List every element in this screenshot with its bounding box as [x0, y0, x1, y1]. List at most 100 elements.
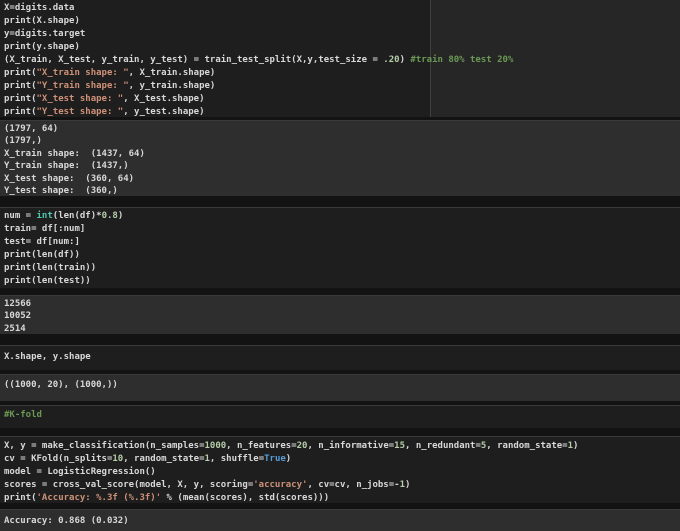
code-token: print(: [4, 493, 37, 503]
code-token: , n_redundant=: [405, 441, 481, 451]
code-cell-kfold-cv[interactable]: X, y = make_classification(n_samples=100…: [0, 436, 680, 503]
code-line: X.shape, y.shape: [4, 351, 680, 364]
code-token: Y_test shape: (360,): [4, 185, 118, 196]
code-token: (X_train, X_test, y_train, y_test) = tra…: [4, 55, 384, 65]
code-line: #K-fold: [4, 409, 680, 422]
code-token: print(: [4, 94, 37, 104]
code-token: print(y.shape): [4, 42, 80, 52]
code-cell-df-split[interactable]: num = int(len(df)*0.8) train= df[:num] tes…: [0, 207, 680, 288]
code-line: train= df[:num]: [4, 223, 680, 236]
code-token: 2514: [4, 323, 26, 334]
code-line: print(len(test)): [4, 275, 680, 288]
cell-lines: ((1000, 20), (1000,)): [0, 375, 680, 391]
code-line: print(len(df)): [4, 249, 680, 262]
output-line: (1797,): [4, 135, 680, 147]
code-line: print(X.shape): [4, 15, 680, 28]
code-token: , X_train.shape): [128, 68, 216, 78]
code-token: , n_informative=: [307, 441, 395, 451]
code-token: 15: [394, 441, 406, 451]
code-token: num =: [4, 211, 37, 221]
code-line: print("Y_train shape: ", y_train.shape): [4, 80, 680, 93]
code-token: print(: [4, 81, 37, 91]
code-cell-shape-inspect[interactable]: X.shape, y.shape: [0, 345, 680, 370]
code-token: (1797,): [4, 136, 42, 147]
code-token: scores = cross_val_score(model, X, y, sc…: [4, 480, 254, 490]
code-line: (X_train, X_test, y_train, y_test) = tra…: [4, 54, 680, 67]
code-cell-kfold-comment[interactable]: #K-fold: [0, 405, 680, 428]
code-token: , random_state=: [486, 441, 568, 451]
code-token: print(: [4, 68, 37, 78]
code-line: y=digits.target: [4, 28, 680, 41]
code-token: ): [285, 454, 292, 464]
code-line: print(y.shape): [4, 41, 680, 54]
code-token: 10: [112, 454, 124, 464]
code-token: , cv=cv, n_jobs=-: [307, 480, 400, 490]
code-token: .20: [383, 55, 400, 65]
output-kfold-accuracy: Accuracy: 0.868 (0.032): [0, 509, 680, 531]
code-token: ): [404, 480, 411, 490]
code-token: 12566: [4, 299, 32, 309]
output-line: (1797, 64): [4, 123, 680, 135]
code-token: ): [399, 55, 411, 65]
code-token: (1797, 64): [4, 124, 59, 134]
code-line: print("X_train shape: ", X_train.shape): [4, 67, 680, 80]
code-line: test= df[num:]: [4, 236, 680, 249]
output-train-test-split: (1797, 64) (1797,) X_train shape: (1437, 6…: [0, 120, 680, 196]
code-token: y=digits.target: [4, 29, 86, 39]
cell-lines: 12566 10052 2514: [0, 296, 680, 334]
code-line: scores = cross_val_score(model, X, y, sc…: [4, 479, 680, 492]
code-token: "Y_train shape: ": [36, 81, 129, 91]
code-token: "X_train shape: ": [36, 68, 129, 78]
output-line: X_test shape: (360, 64): [4, 173, 680, 185]
cell-lines: num = int(len(df)*0.8) train= df[:num] tes…: [0, 208, 680, 288]
cell-lines: (1797, 64) (1797,) X_train shape: (1437, 6…: [0, 121, 680, 196]
code-token: 'Accuracy: %.3f (%.3f)': [36, 493, 162, 503]
code-token: #K-fold: [4, 410, 42, 420]
code-token: ): [117, 211, 124, 221]
code-line: X, y = make_classification(n_samples=100…: [4, 440, 680, 453]
code-token: print(X.shape): [4, 16, 80, 26]
code-token: ): [573, 441, 579, 451]
code-token: , random_state=: [123, 454, 205, 464]
code-line: print(len(train)): [4, 262, 680, 275]
code-line: print("X_test shape: ", X_test.shape): [4, 93, 680, 106]
code-token: "X_test shape: ": [36, 94, 124, 104]
code-token: 1000: [204, 441, 227, 451]
code-token: X.shape, y.shape: [4, 352, 91, 362]
code-token: print(len(test)): [4, 276, 91, 286]
code-token: X_test shape: (360, 64): [4, 173, 135, 184]
code-token: int: [36, 211, 53, 221]
code-line: print("Y_test shape: ", y_test.shape): [4, 106, 680, 117]
code-token: 0.8: [101, 211, 118, 221]
output-line: 2514: [4, 323, 680, 334]
code-token: cv = KFold(n_splits=: [4, 454, 113, 464]
code-token: Accuracy: 0.868 (0.032): [4, 516, 129, 526]
output-df-split: 12566 10052 2514: [0, 295, 680, 334]
code-token: ((1000, 20), (1000,)): [4, 380, 118, 390]
code-cell-train-test-split[interactable]: X=digits.data print(X.shape) y=digits.targ…: [0, 0, 680, 117]
cell-lines: X, y = make_classification(n_samples=100…: [0, 437, 680, 503]
code-token: , n_features=: [226, 441, 297, 451]
code-token: print(len(df)): [4, 250, 80, 260]
output-shape-inspect: ((1000, 20), (1000,)): [0, 374, 680, 401]
code-token: #train 80% test 20%: [410, 55, 514, 65]
output-line: Accuracy: 0.868 (0.032): [4, 515, 680, 527]
code-token: 10052: [4, 311, 32, 322]
code-line: print('Accuracy: %.3f (%.3f)' % (mean(sc…: [4, 492, 680, 503]
code-token: 20: [296, 441, 308, 451]
cell-lines: Accuracy: 0.868 (0.032): [0, 510, 680, 527]
code-token: (len(df)*: [52, 211, 102, 221]
code-token: % (mean(scores), std(scores))): [161, 493, 330, 503]
code-token: model = LogisticRegression(): [4, 467, 156, 477]
code-token: , shuffle=: [209, 454, 265, 464]
code-line: num = int(len(df)*0.8): [4, 210, 680, 223]
code-token: Y_train shape: (1437,): [4, 161, 129, 172]
output-line: Y_train shape: (1437,): [4, 160, 680, 172]
code-token: "Y_test shape: ": [36, 107, 124, 117]
code-token: print(len(train)): [4, 263, 97, 273]
code-token: X_train shape: (1437, 64): [4, 148, 145, 159]
output-line: ((1000, 20), (1000,)): [4, 379, 680, 391]
code-token: X=digits.data: [4, 3, 75, 13]
code-token: print(: [4, 107, 37, 117]
code-line: cv = KFold(n_splits=10, random_state=1, …: [4, 453, 680, 466]
